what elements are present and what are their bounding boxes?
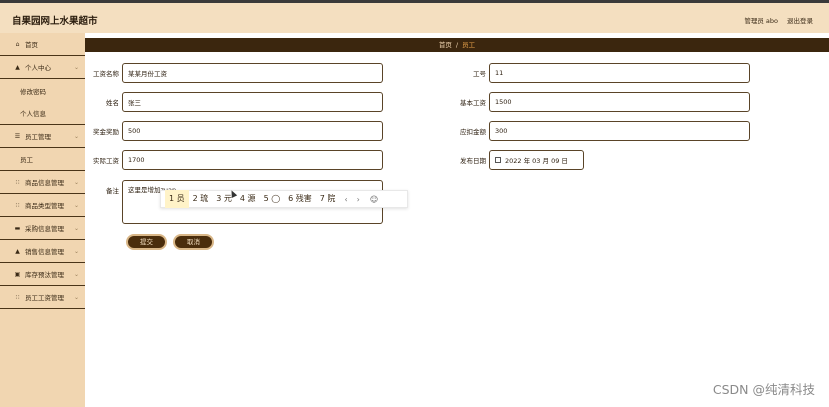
pay-date-row: 发布日期 2022 年 03 月 09 日 — [453, 150, 584, 170]
breadcrumb-separator: / — [455, 41, 459, 49]
ime-candidate[interactable]: 4 源 — [236, 190, 260, 208]
grid-icon: ∷ — [15, 178, 20, 186]
chevron-down-icon: ⌄ — [73, 132, 79, 140]
chevron-down-icon: ⌄ — [73, 293, 79, 301]
sidebar-item-personal-center[interactable]: ▲ 个人中心 ⌄ — [0, 56, 85, 79]
sidebar-item-label: 首页 — [25, 41, 38, 49]
name-input[interactable]: 张三 — [122, 92, 383, 112]
bonus-input[interactable]: 500 — [122, 121, 383, 141]
ime-next-icon[interactable]: › — [357, 195, 360, 204]
ime-candidate[interactable]: 7 院 — [316, 190, 340, 208]
deduction-row: 应扣金额 300 — [453, 121, 750, 141]
actual-salary-input[interactable]: 1700 — [122, 150, 383, 170]
logout-link[interactable]: 退出登录 — [787, 15, 813, 25]
sidebar-item-label: 员工工资管理 — [25, 294, 64, 302]
name-row: 姓名 张三 — [86, 92, 383, 112]
list-icon: ☰ — [14, 132, 21, 140]
grid-icon: ∷ — [15, 201, 20, 209]
grid-icon: ∷ — [15, 293, 20, 301]
sidebar-item-label: 个人中心 — [25, 64, 51, 72]
salary-name-label: 工资名称 — [93, 70, 119, 78]
deduction-label: 应扣金额 — [460, 128, 486, 136]
sidebar-item-product-info[interactable]: ∷ 商品信息管理 ⌄ — [0, 171, 85, 194]
home-icon: ⌂ — [15, 40, 20, 48]
sidebar-item-inventory[interactable]: ▣ 库存预汰管理 ⌄ — [0, 263, 85, 286]
sidebar-item-label: 销售信息管理 — [25, 248, 64, 256]
emoji-icon[interactable]: ☺ — [370, 195, 378, 204]
chevron-down-icon: ⌄ — [73, 270, 79, 278]
submit-button[interactable]: 提交 — [126, 234, 167, 250]
person-icon: ▲ — [15, 63, 20, 71]
chevron-down-icon: ⌄ — [73, 201, 79, 209]
actual-salary-row: 实际工资 1700 — [86, 150, 383, 170]
breadcrumb-current: 员工 — [462, 41, 476, 49]
ime-candidate[interactable]: 1 员 — [165, 190, 189, 208]
chevron-down-icon: ⌄ — [73, 178, 79, 186]
calendar-icon — [495, 157, 501, 163]
breadcrumb: 首页 / 员工 — [85, 38, 829, 52]
watermark: CSDN @纯清科技 — [712, 382, 815, 397]
app-title: 自果园网上水果超市 — [12, 16, 98, 27]
employee-no-row: 工号 11 — [453, 63, 750, 83]
base-salary-input[interactable]: 1500 — [489, 92, 750, 112]
top-bar: 自果园网上水果超市 管理员 abo 退出登录 — [0, 0, 829, 33]
person-icon: ▲ — [15, 247, 20, 255]
ime-prev-icon[interactable]: ‹ — [344, 195, 347, 204]
employee-no-label: 工号 — [473, 70, 486, 78]
chevron-down-icon: ⌄ — [73, 247, 79, 255]
sidebar-item-employee-management[interactable]: ☰ 员工管理 ⌄ — [0, 125, 85, 148]
cancel-button[interactable]: 取消 — [173, 234, 214, 250]
chevron-down-icon: ⌄ — [73, 224, 79, 232]
ime-candidate[interactable]: 5 ◯ — [260, 190, 285, 208]
ime-candidate[interactable]: 6 残害 — [284, 190, 316, 208]
sidebar-item-sales-info[interactable]: ▲ 销售信息管理 ⌄ — [0, 240, 85, 263]
sidebar-item-purchase-info[interactable]: ▬ 采购信息管理 ⌄ — [0, 217, 85, 240]
sidebar-item-label: 采购信息管理 — [25, 225, 64, 233]
name-label: 姓名 — [106, 99, 119, 107]
deduction-input[interactable]: 300 — [489, 121, 750, 141]
card-icon: ▬ — [14, 224, 21, 232]
sidebar-item-salary[interactable]: ∷ 员工工资管理 ⌄ — [0, 286, 85, 309]
pay-date-value: 2022 年 03 月 09 日 — [505, 157, 568, 165]
user-info: 管理员 abo 退出登录 — [744, 15, 813, 25]
salary-name-row: 工资名称 某某月份工资 — [86, 63, 383, 83]
pay-date-label: 发布日期 — [460, 157, 486, 165]
bonus-label: 奖金奖励 — [93, 128, 119, 136]
sidebar-subitem-employee[interactable]: 员工 — [0, 148, 85, 171]
pay-date-picker[interactable]: 2022 年 03 月 09 日 — [489, 150, 584, 170]
ime-candidate-bar: 1 员 2 琉 3 元 4 源 5 ◯ 6 残害 7 院 ‹ › ☺ — [160, 190, 408, 208]
sidebar-item-home[interactable]: ⌂ 首页 — [0, 33, 85, 56]
sidebar-item-label: 员工管理 — [25, 133, 51, 141]
sidebar-item-label: 商品信息管理 — [25, 179, 64, 187]
sidebar: ⌂ 首页 ▲ 个人中心 ⌄ 修改密码 个人信息 ☰ 员工管理 ⌄ 员工 ∷ 商品… — [0, 33, 85, 407]
ime-candidate[interactable]: 2 琉 — [189, 190, 213, 208]
breadcrumb-home[interactable]: 首页 — [439, 41, 452, 49]
box-icon: ▣ — [14, 270, 21, 278]
remark-label: 备注 — [106, 187, 119, 195]
user-role: 管理员 abo — [744, 17, 778, 25]
actual-salary-label: 实际工资 — [93, 157, 119, 165]
base-salary-label: 基本工资 — [460, 99, 486, 107]
sidebar-subitem-change-password[interactable]: 修改密码 — [0, 79, 85, 102]
sidebar-subitem-personal-info[interactable]: 个人信息 — [0, 102, 85, 125]
base-salary-row: 基本工资 1500 — [453, 92, 750, 112]
chevron-down-icon: ⌄ — [73, 63, 79, 71]
salary-name-input[interactable]: 某某月份工资 — [122, 63, 383, 83]
sidebar-item-label: 库存预汰管理 — [25, 271, 64, 279]
employee-no-input[interactable]: 11 — [489, 63, 750, 83]
sidebar-item-label: 商品类型管理 — [25, 202, 64, 210]
bonus-row: 奖金奖励 500 — [86, 121, 383, 141]
sidebar-item-product-type[interactable]: ∷ 商品类型管理 ⌄ — [0, 194, 85, 217]
